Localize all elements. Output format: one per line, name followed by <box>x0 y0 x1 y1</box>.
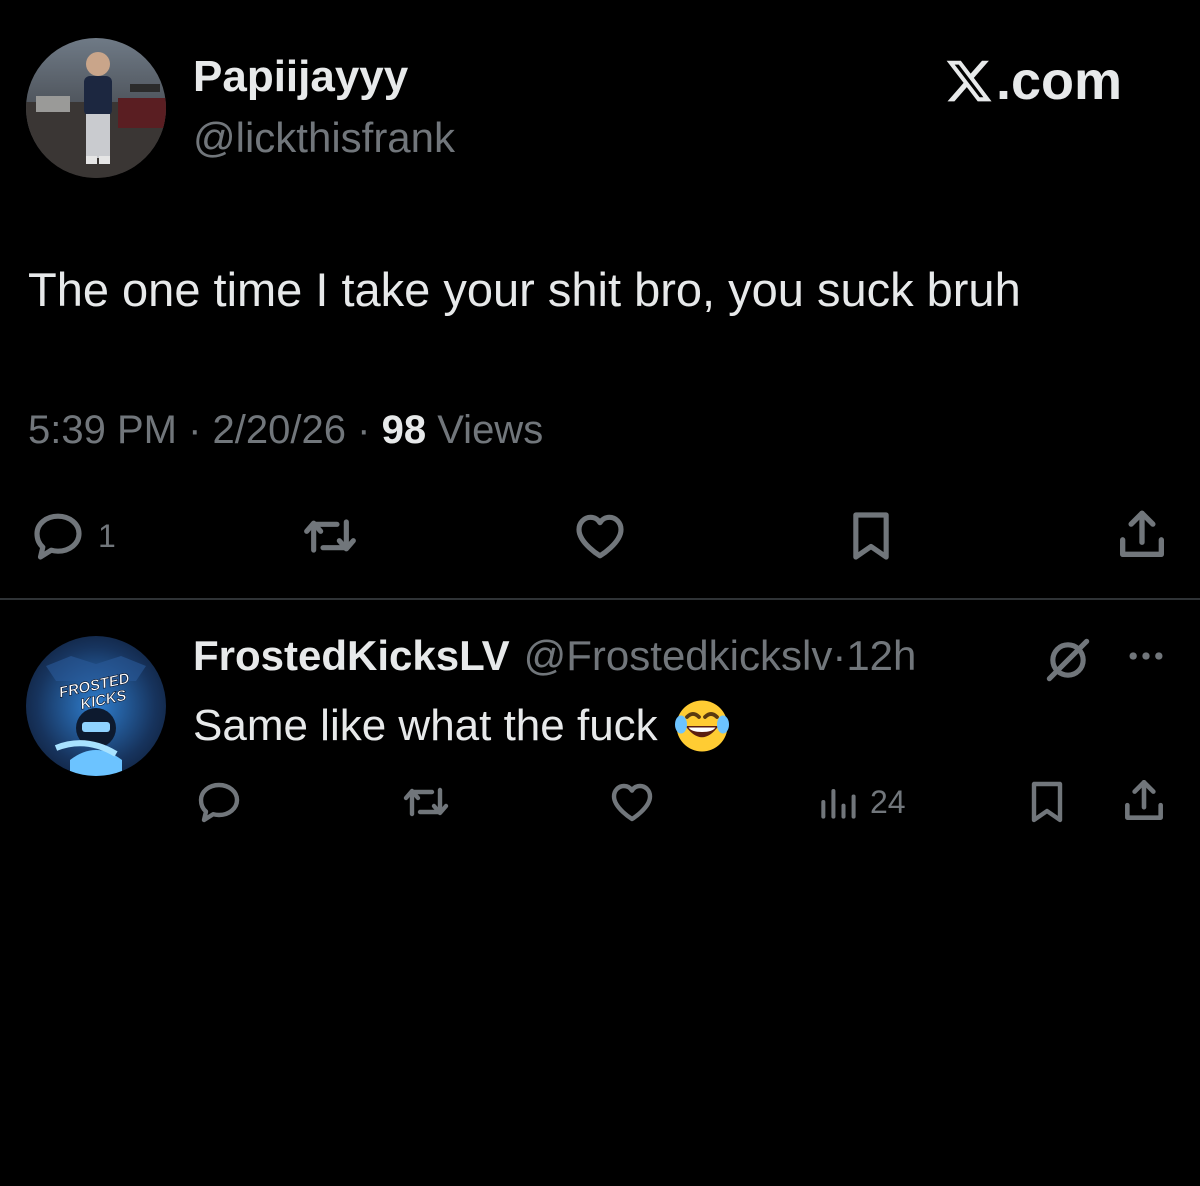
like-icon <box>570 508 630 564</box>
bookmark-icon <box>1022 778 1072 826</box>
tweet-meta: 5:39 PM · 2/20/26 · 98 Views <box>28 408 543 453</box>
retweet-icon <box>398 778 454 826</box>
brand-suffix: .com <box>996 51 1123 111</box>
views-count: 98 <box>381 408 427 452</box>
tweet-text: The one time I take your shit bro, you s… <box>28 263 1021 316</box>
brand-watermark: .com <box>944 50 1122 112</box>
reply-like-button[interactable] <box>606 778 658 826</box>
meta-separator: · <box>188 408 202 452</box>
reply-author-handle[interactable]: @Frostedkickslv <box>524 632 833 680</box>
x-logo-icon <box>944 56 994 106</box>
reply-analytics-button[interactable]: 24 <box>816 778 906 826</box>
bookmark-button[interactable] <box>842 508 900 564</box>
reply-reply-button[interactable] <box>193 778 245 826</box>
analytics-icon <box>816 778 860 826</box>
reply-author-avatar[interactable]: FROSTED KICKS <box>26 636 166 776</box>
reply-author-display-name[interactable]: FrostedKicksLV <box>193 632 510 680</box>
author-display-name[interactable]: Papiijayyy <box>193 52 408 102</box>
meta-separator: · <box>357 408 371 452</box>
views-label: Views <box>437 408 544 452</box>
bookmark-icon <box>842 508 900 564</box>
tweet-time[interactable]: 5:39 PM <box>28 408 177 452</box>
retweet-button[interactable] <box>298 508 362 564</box>
reply-text-body: Same like what the fuck <box>193 701 658 750</box>
grok-icon <box>1040 632 1096 688</box>
reply-text: Same like what the fuck <box>193 696 732 756</box>
reply-button[interactable]: 1 <box>28 508 116 564</box>
reply-bookmark-button[interactable] <box>1022 778 1072 826</box>
like-button[interactable] <box>570 508 630 564</box>
retweet-icon <box>298 508 362 564</box>
reply-icon <box>193 778 245 826</box>
more-button[interactable] <box>1120 634 1172 678</box>
like-icon <box>606 778 658 826</box>
laughing-emoji-icon <box>672 696 732 756</box>
reply-icon <box>28 508 88 564</box>
reply-retweet-button[interactable] <box>398 778 454 826</box>
author-handle[interactable]: @lickthisfrank <box>193 114 455 162</box>
tweet-date[interactable]: 2/20/26 <box>213 408 346 452</box>
share-button[interactable] <box>1112 506 1172 564</box>
author-avatar[interactable] <box>26 38 166 178</box>
reply-share-button[interactable] <box>1118 776 1170 826</box>
grok-button[interactable] <box>1040 632 1096 688</box>
divider <box>0 598 1200 600</box>
reply-count: 1 <box>98 517 116 554</box>
reply-header: FrostedKicksLV @Frostedkickslv · 12h <box>193 632 916 680</box>
share-icon <box>1112 506 1172 564</box>
reply-time[interactable]: 12h <box>846 632 916 680</box>
reply-views-count: 24 <box>870 783 906 820</box>
more-icon <box>1120 634 1172 678</box>
share-icon <box>1118 776 1170 826</box>
reply-separator: · <box>832 632 847 679</box>
